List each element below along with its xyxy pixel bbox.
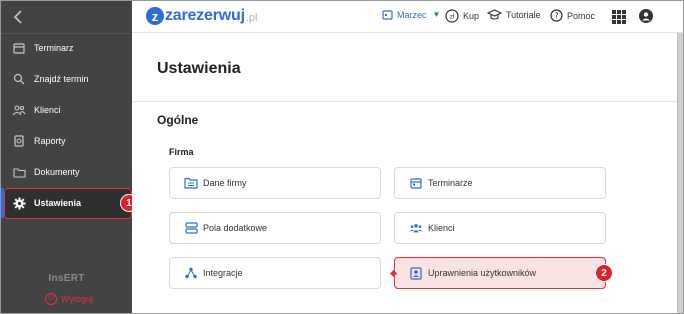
- logout-button[interactable]: ⏻ Wyloguj: [45, 293, 93, 305]
- step-badge: 2: [595, 264, 613, 282]
- tutorials-label: Tutoriale: [506, 10, 541, 20]
- step-highlight-frame: [4, 188, 132, 219]
- svg-text:zł: zł: [450, 14, 455, 21]
- subsection-title: Firma: [169, 147, 194, 157]
- settings-card-uprawnienia-uzytkownikow[interactable]: Uprawnienia użytkowników 2: [389, 257, 613, 289]
- folder-icon: [12, 165, 26, 179]
- currency-icon: zł: [445, 9, 459, 23]
- callout-pointer: [389, 269, 398, 278]
- company-data-icon: [184, 177, 198, 189]
- logo-mark: z: [146, 7, 164, 25]
- users-icon: [409, 222, 423, 234]
- card-label: Terminarze: [428, 178, 473, 188]
- app-logo[interactable]: z zarezerwuj .pl: [146, 7, 257, 25]
- sidebar-item-raporty[interactable]: Raporty: [1, 126, 132, 156]
- sidebar: Terminarz Znajdź termin Klienci Raporty …: [1, 1, 138, 313]
- user-avatar-icon[interactable]: [639, 9, 653, 23]
- scrollbar[interactable]: [677, 33, 683, 313]
- search-icon: [12, 72, 26, 86]
- sidebar-item-label: Terminarz: [34, 43, 74, 53]
- card-label: Uprawnienia użytkowników: [428, 268, 537, 278]
- calendar-icon: [12, 41, 26, 55]
- sidebar-item-label: Raporty: [34, 136, 66, 146]
- card-label: Dane firmy: [203, 178, 247, 188]
- sidebar-item-label: Znajdź termin: [34, 74, 89, 84]
- sidebar-item-terminarz[interactable]: Terminarz: [1, 33, 132, 63]
- integration-icon: [184, 267, 198, 279]
- calendar-icon: [409, 177, 423, 189]
- title-bar: Ustawienia: [132, 34, 677, 102]
- settings-card-terminarze[interactable]: Terminarze: [394, 167, 606, 199]
- help-button[interactable]: ? Pomoc: [550, 9, 595, 22]
- card-label: Integracje: [203, 268, 243, 278]
- logo-word: zarezerwuj: [165, 7, 245, 24]
- top-header: z zarezerwuj .pl Marzec ▼ zł Kup Tutoria…: [132, 1, 683, 33]
- help-label: Pomoc: [567, 10, 596, 21]
- month-label: Marzec: [397, 9, 427, 20]
- calendar-icon: [382, 9, 393, 20]
- svg-text:?: ?: [554, 11, 558, 20]
- sidebar-item-label: Dokumenty: [34, 167, 80, 177]
- chevron-down-icon: ▼: [432, 10, 441, 19]
- user-permissions-icon: [409, 266, 423, 280]
- buy-button[interactable]: zł Kup: [445, 9, 479, 23]
- report-icon: [12, 134, 26, 148]
- tutorials-button[interactable]: Tutoriale: [487, 9, 541, 21]
- settings-card-integracje[interactable]: Integracje: [169, 257, 381, 289]
- settings-card-dane-firmy[interactable]: Dane firmy: [169, 167, 381, 199]
- sidebar-item-klienci[interactable]: Klienci: [1, 95, 132, 125]
- card-label: Pola dodatkowe: [203, 223, 268, 233]
- apps-grid-icon[interactable]: [612, 10, 626, 24]
- section-title: Ogólne: [157, 113, 199, 127]
- power-icon: ⏻: [45, 293, 57, 305]
- sidebar-item-label: Klienci: [34, 105, 61, 115]
- settings-card-pola-dodatkowe[interactable]: Pola dodatkowe: [169, 212, 381, 244]
- sidebar-item-znajdz-termin[interactable]: Znajdź termin: [1, 64, 132, 94]
- main-content: Ustawienia Ogólne Firma Dane firmy Termi…: [132, 34, 677, 313]
- page-title: Ustawienia: [157, 60, 241, 77]
- graduation-cap-icon: [487, 9, 502, 21]
- help-icon: ?: [550, 9, 563, 22]
- month-selector[interactable]: Marzec ▼: [382, 9, 440, 20]
- card-label: Klienci: [428, 223, 455, 233]
- brand-logo: InsERT: [48, 273, 85, 284]
- fields-icon: [184, 222, 198, 234]
- logo-tld: .pl: [245, 11, 258, 24]
- sidebar-item-dokumenty[interactable]: Dokumenty: [1, 157, 132, 187]
- users-icon: [12, 103, 26, 117]
- app-window: Terminarz Znajdź termin Klienci Raporty …: [0, 0, 684, 314]
- buy-label: Kup: [463, 11, 480, 21]
- logout-label: Wyloguj: [61, 294, 93, 304]
- settings-card-klienci[interactable]: Klienci: [394, 212, 606, 244]
- back-arrow-icon[interactable]: [9, 7, 29, 27]
